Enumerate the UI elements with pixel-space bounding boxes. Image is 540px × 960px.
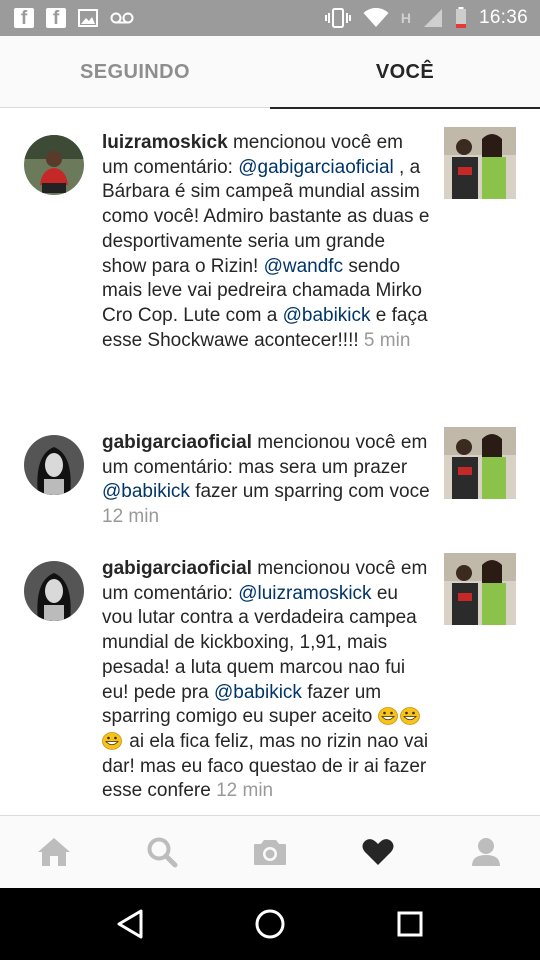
vibrate-icon [324,8,351,28]
status-bar: f f H 16:36 [0,0,540,36]
tab-following[interactable]: SEGUINDO [0,36,270,108]
mention-link[interactable]: @babikick [102,481,190,502]
notification-text: gabigarciaoficial mencionou você em um c… [102,558,429,802]
post-thumbnail[interactable] [444,553,516,625]
post-thumbnail[interactable] [444,427,516,499]
system-recents-button[interactable] [380,894,440,954]
facebook-icon: f [46,8,66,28]
tab-you[interactable]: VOCÊ [270,36,540,109]
notification-text: luizramoskick mencionou você em um comen… [102,132,430,351]
bottom-navigation [0,815,540,888]
timestamp: 12 min [102,506,160,528]
wifi-icon [363,8,389,27]
mention-link[interactable]: @luizramoskick [238,583,371,604]
system-back-button[interactable] [100,894,160,954]
image-icon [78,9,98,27]
system-home-button[interactable] [240,894,300,954]
avatar[interactable] [24,135,84,195]
timestamp: 5 min [363,329,411,351]
home-circle-icon [255,909,285,939]
home-icon [38,838,70,866]
voicemail-icon [110,12,134,24]
activity-tabs: SEGUINDO VOCÊ [0,36,540,109]
username-link[interactable]: gabigarciaoficial [102,432,252,453]
timestamp: 12 min [216,780,274,802]
nav-profile-button[interactable] [432,816,540,888]
post-thumbnail[interactable] [444,127,516,199]
system-navigation-bar [0,888,540,960]
facebook-icon: f [14,8,34,28]
profile-icon [472,838,500,866]
back-icon [117,909,143,939]
avatar[interactable] [24,435,84,495]
grinning-emoji-icon [399,707,420,726]
grinning-emoji-icon [377,707,398,726]
search-icon [147,837,178,868]
username-link[interactable]: luizramoskick [102,132,228,153]
mention-link[interactable]: @babikick [283,305,371,326]
clock: 16:36 [478,7,528,28]
notifications-feed[interactable]: luizramoskick mencionou você em um comen… [0,109,540,815]
tab-you-label: VOCÊ [375,60,435,83]
mention-link[interactable]: @babikick [214,682,302,703]
camera-icon [254,840,286,865]
heart-icon [362,839,394,865]
nav-camera-button[interactable] [216,816,324,888]
avatar[interactable] [24,561,84,621]
network-type: H [400,10,411,26]
mention-link[interactable]: @wandfc [264,256,344,277]
nav-home-button[interactable] [0,816,108,888]
grinning-emoji-icon [102,732,122,750]
battery-low-icon [455,7,466,28]
nav-activity-button[interactable] [324,816,432,888]
signal-icon [423,9,442,27]
notification-text: gabigarciaoficial mencionou você em um c… [102,432,430,528]
recents-icon [397,911,423,937]
nav-search-button[interactable] [108,816,216,888]
username-link[interactable]: gabigarciaoficial [102,558,252,579]
mention-link[interactable]: @gabigarciaoficial [238,157,394,178]
